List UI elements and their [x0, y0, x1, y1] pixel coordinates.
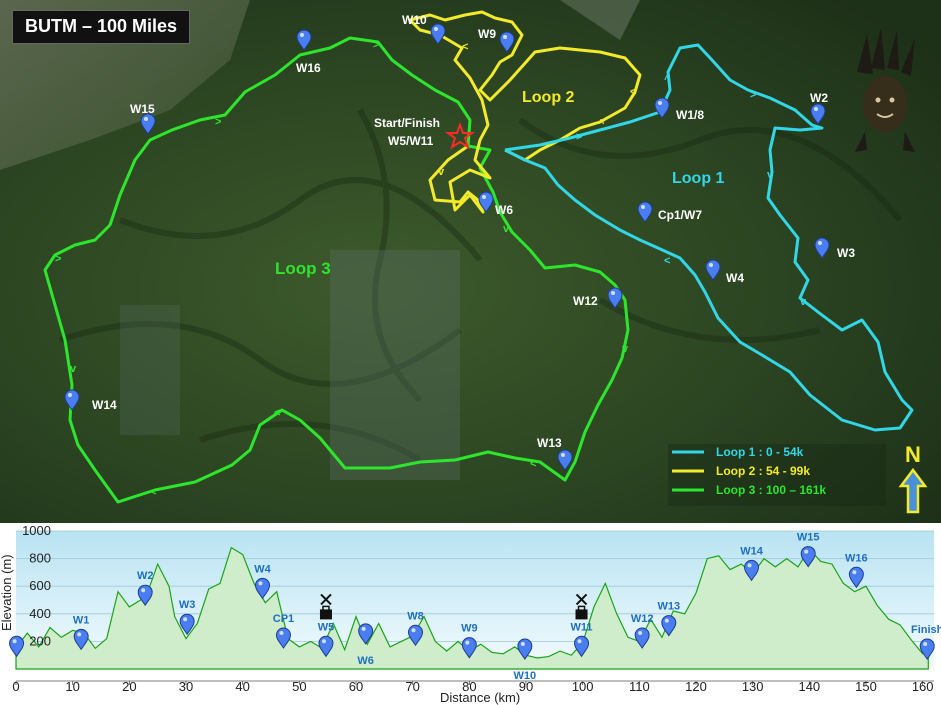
direction-arrow: v	[622, 343, 629, 355]
waypoint-label-w14: W14	[92, 398, 117, 412]
waypoint-marker-label: W10	[514, 670, 537, 682]
x-tick-label: 0	[12, 679, 19, 694]
x-tick-label: 160	[912, 679, 934, 694]
direction-arrow: >	[576, 131, 582, 143]
x-axis-title: Distance (km)	[440, 690, 520, 705]
direction-arrow: v	[767, 169, 774, 181]
waypoint-label-w3: W3	[837, 246, 855, 260]
direction-arrow: ^	[664, 74, 671, 86]
waypoint-marker-label: W14	[740, 545, 764, 557]
waypoint-label-w13: W13	[537, 436, 562, 450]
x-tick-label: 140	[798, 679, 820, 694]
loop3-label: Loop 3	[275, 259, 331, 278]
waypoint-marker-label: W9	[461, 623, 478, 635]
waypoint-label-w16: W16	[296, 61, 321, 75]
x-tick-label: 20	[122, 679, 136, 694]
direction-arrow: v	[800, 296, 807, 308]
x-tick-label: 150	[855, 679, 877, 694]
x-tick-label: 30	[179, 679, 193, 694]
waypoint-label-w15: W15	[130, 102, 155, 116]
legend-item-loop2: Loop 2 : 54 - 99k	[716, 464, 810, 478]
direction-arrow: v	[70, 363, 77, 375]
waypoint-marker-label: CP1	[273, 613, 294, 625]
y-tick-label: 200	[29, 633, 51, 648]
waypoint-marker-label: W2	[137, 570, 154, 582]
legend: Loop 1 : 0 - 54k Loop 2 : 54 - 99k Loop …	[668, 444, 886, 506]
waypoint-marker-label: W12	[631, 613, 654, 625]
waypoint-label-w18: W1/8	[676, 108, 704, 122]
satellite-route-map: > > > v < < < v v < < ^ v ^ > v v < > W1…	[0, 0, 941, 523]
x-tick-label: 110	[629, 679, 650, 694]
direction-arrow: >	[215, 116, 221, 128]
waypoint-label-cp1w7: Cp1/W7	[658, 208, 702, 222]
direction-arrow: <	[150, 486, 156, 498]
x-tick-label: 50	[292, 679, 306, 694]
waypoint-marker-label: W8	[407, 610, 424, 622]
direction-arrow: >	[55, 253, 61, 265]
waypoint-marker-label: W15	[797, 532, 820, 544]
course-map-figure: { "title": "BUTM \u2013 100 Miles", "map…	[0, 0, 941, 705]
direction-arrow: <	[664, 255, 670, 267]
legend-item-loop1: Loop 1 : 0 - 54k	[716, 445, 804, 459]
waypoint-marker-label: Finish	[911, 624, 941, 636]
waypoint-label-w6: W6	[495, 203, 513, 217]
loop2-label: Loop 2	[522, 89, 575, 106]
direction-arrow: ^	[598, 118, 605, 130]
x-tick-label: 130	[742, 679, 764, 694]
waypoint-marker-label: W5	[318, 621, 335, 633]
waypoint-label-w12: W12	[573, 294, 598, 308]
direction-arrow: <	[530, 458, 536, 470]
y-tick-label: 1000	[22, 523, 51, 538]
waypoint-marker-label: W13	[657, 601, 680, 613]
x-tick-label: 70	[405, 679, 419, 694]
waypoint-marker-label: W6	[357, 655, 374, 667]
direction-arrow: >	[373, 39, 379, 51]
waypoint-marker-label: W16	[845, 552, 868, 564]
waypoint-marker-label: W1	[73, 614, 90, 626]
loop1-label: Loop 1	[672, 170, 725, 187]
waypoint-label-w9: W9	[478, 27, 496, 41]
elevation-profile-chart: 200 400 600 800 1000 0 10 20 30 40 50 60 70 80 90 100 1…	[0, 523, 941, 705]
direction-arrow: v	[503, 223, 510, 235]
waypoint-label-w2: W2	[810, 91, 828, 105]
y-tick-label: 600	[29, 578, 51, 593]
waypoint-label-w10: W10	[402, 13, 427, 27]
start-finish-sub-label: W5/W11	[388, 134, 434, 148]
direction-arrow: >	[750, 89, 756, 101]
direction-arrow: v	[438, 166, 445, 178]
x-tick-label: 60	[349, 679, 363, 694]
x-tick-label: 120	[685, 679, 707, 694]
start-finish-label: Start/Finish	[374, 116, 440, 130]
waypoint-marker-label: W11	[571, 621, 593, 633]
waypoint-marker-label: W4	[254, 563, 271, 575]
direction-arrow: <	[630, 86, 636, 98]
north-label: N	[905, 442, 921, 467]
y-axis-title: Elevation (m)	[0, 554, 14, 631]
direction-arrow: <	[462, 41, 468, 53]
waypoint-label-w4: W4	[726, 271, 744, 285]
cloud-patch	[120, 305, 180, 435]
legend-item-loop3: Loop 3 : 100 – 161k	[716, 483, 826, 497]
page-title: BUTM – 100 Miles	[12, 10, 191, 44]
x-tick-label: 10	[65, 679, 79, 694]
waypoint-marker-label: W3	[179, 599, 196, 611]
x-tick-label: 100	[572, 679, 594, 694]
y-tick-label: 800	[29, 551, 51, 566]
y-tick-label: 400	[29, 606, 51, 621]
direction-arrow: <	[274, 407, 280, 419]
x-tick-label: 40	[235, 679, 249, 694]
cloud-patch	[330, 250, 460, 480]
